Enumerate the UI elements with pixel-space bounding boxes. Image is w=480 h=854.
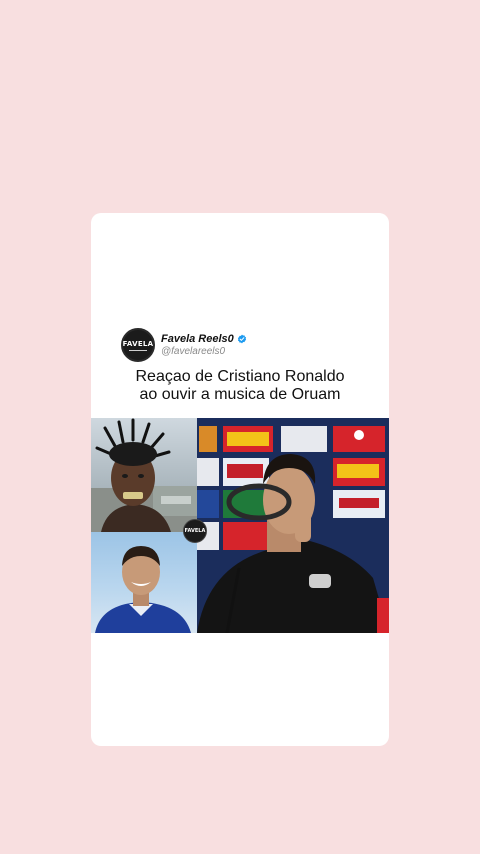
ronaldo-photo-thumbnail[interactable] xyxy=(91,532,197,633)
name-row: Favela Reels0 xyxy=(161,333,247,345)
avatar[interactable]: FAVELA xyxy=(121,328,155,362)
watermark-badge-text: FAVELA xyxy=(184,528,206,534)
page-background: { "post": { "display_name": "Favela Reel… xyxy=(0,0,480,854)
reaction-video-thumbnail[interactable] xyxy=(91,418,197,532)
press-conference-video[interactable] xyxy=(197,418,389,633)
avatar-logo-text: FAVELA xyxy=(122,339,154,348)
display-name[interactable]: Favela Reels0 xyxy=(161,333,234,345)
reaction-person-image xyxy=(91,418,197,532)
ronaldo-smiling-image xyxy=(95,546,191,633)
watermark-badge: FAVELA xyxy=(183,519,207,543)
post-media[interactable]: FAVELA xyxy=(91,418,389,633)
avatar-logo-bar xyxy=(129,349,147,351)
caption-line-1: Reaçao de Cristiano Ronaldo xyxy=(135,368,345,385)
verified-badge-icon xyxy=(237,334,246,344)
author-names: Favela Reels0 @favelareels0 xyxy=(161,333,247,357)
press-conference-image xyxy=(197,418,389,633)
post-card: FAVELA Favela Reels0 @favelareels0 Reaça… xyxy=(91,213,389,746)
media-left-column xyxy=(91,418,197,633)
post-caption: Reaçao de Cristiano Ronaldo ao ouvir a m… xyxy=(91,368,389,404)
author-handle[interactable]: @favelareels0 xyxy=(161,346,247,357)
caption-line-2: ao ouvir a musica de Oruam xyxy=(139,386,341,403)
post-header: FAVELA Favela Reels0 @favelareels0 xyxy=(121,328,247,362)
